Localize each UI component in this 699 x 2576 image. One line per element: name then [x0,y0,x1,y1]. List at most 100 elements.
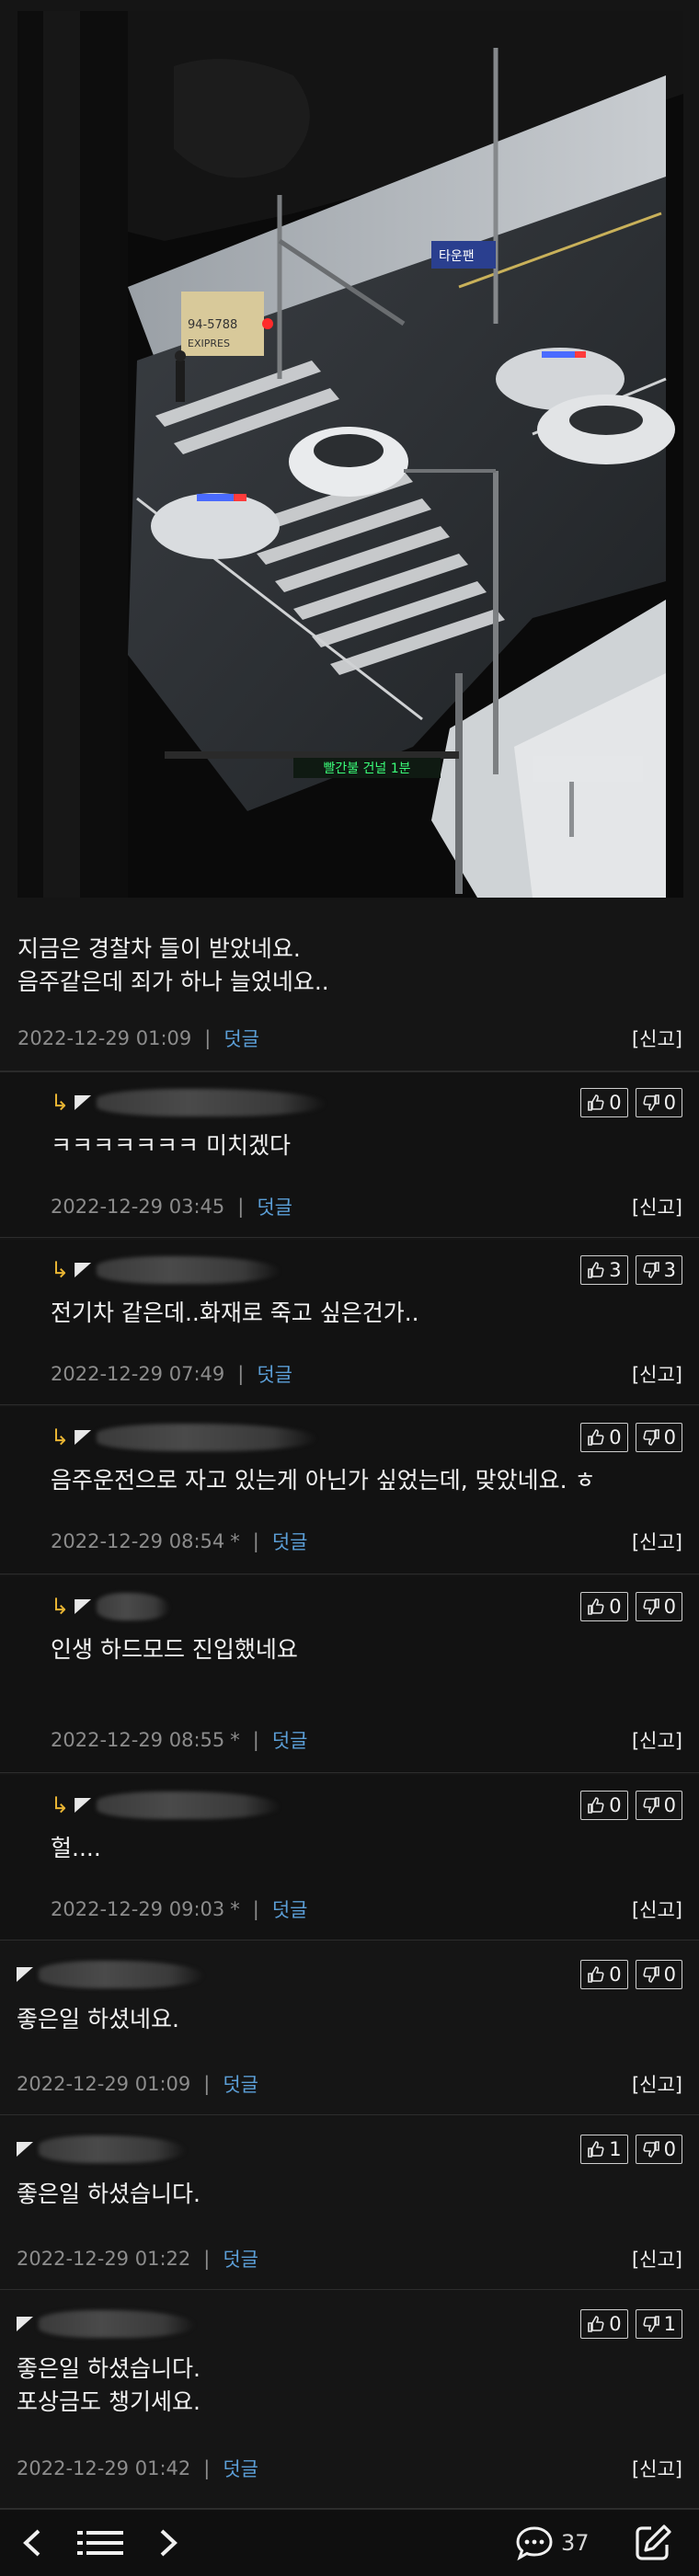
thumbs-down-icon [643,1094,659,1111]
list-button[interactable] [77,2510,125,2576]
upvote-button[interactable]: 0 [580,1592,628,1621]
comment-icon [516,2526,553,2561]
edited-mark: * [230,1530,240,1552]
thumbs-down-icon [643,1262,659,1278]
post-reply-link[interactable]: 덧글 [223,1025,259,1052]
write-button[interactable] [633,2510,673,2576]
write-icon [636,2524,671,2560]
comment-author[interactable]: ↳ [51,1254,281,1286]
comment-meta: 2022-12-29 03:45 | 덧글 [51,1192,292,1221]
reply-comment: ↳ 0 0 인생 하드모드 진입했네요 2022-12-29 08:55 * | 덧글 [신고] [0,1576,699,1773]
downvote-button[interactable]: 0 [635,1960,682,1989]
comment-date: 2022-12-29 08:55 [51,1729,225,1751]
separator: | [204,1027,212,1049]
comment-meta: 2022-12-29 07:49 | 덧글 [51,1359,292,1389]
upvote-count: 0 [609,1596,622,1618]
reply-arrow-icon: ↳ [51,1792,70,1818]
comment-meta: 2022-12-29 08:55 * | 덧글 [51,1725,307,1755]
comment-report-link[interactable]: [신고] [632,1527,682,1556]
vote-buttons: 00 [580,1960,682,1989]
comment-date: 2022-12-29 03:45 [51,1196,225,1218]
upvote-button[interactable]: 0 [580,1088,628,1117]
reply-arrow-icon: ↳ [51,1090,70,1116]
separator: | [252,1530,259,1552]
comment-text: 음주운전으로 자고 있는게 아닌가 싶었는데, 맞았네요. ㅎ [51,1467,596,1494]
forward-button[interactable] [156,2510,180,2576]
comment-reply-link[interactable]: 덧글 [257,1193,292,1220]
comment-author[interactable]: ↳ [51,1790,281,1821]
divider [0,1237,699,1238]
comment-reply-link[interactable]: 덧글 [223,2245,258,2273]
separator: | [237,1196,245,1218]
user-level-icon [17,2317,33,2331]
upvote-button[interactable]: 0 [580,2309,628,2339]
downvote-button[interactable]: 1 [635,2309,682,2339]
downvote-button[interactable]: 0 [635,1791,682,1820]
user-level-icon [74,1599,92,1614]
upvote-button[interactable]: 3 [580,1255,628,1285]
comment-reply-link[interactable]: 덧글 [223,2455,258,2482]
comment-author[interactable] [17,2308,195,2340]
reply-arrow-icon: ↳ [51,1425,70,1450]
comment-reply-link[interactable]: 덧글 [272,1726,308,1754]
comment-report-link[interactable]: [신고] [632,1725,682,1755]
comment-report-link[interactable]: [신고] [632,2069,682,2099]
upvote-count: 0 [609,2313,622,2335]
downvote-button[interactable]: 0 [635,1088,682,1117]
comment-date: 2022-12-29 07:49 [51,1363,225,1385]
upvote-button[interactable]: 0 [580,1791,628,1820]
reply-comment: ↳ 0 0 헐.... 2022-12-29 09:03 * | 덧글 [신고] [0,1775,699,1941]
comment-report-link[interactable]: [신고] [632,1895,682,1924]
divider [0,2114,699,2115]
comment-date: 2022-12-29 08:54 [51,1530,225,1552]
downvote-button[interactable]: 3 [635,1255,682,1285]
thumbs-down-icon [643,1966,659,1983]
comment-report-link[interactable]: [신고] [632,2244,682,2273]
comment-author[interactable]: ↳ [51,1087,327,1118]
post-meta: 2022-12-29 01:09 | 덧글 [17,1024,259,1053]
comment-text: 전기차 같은데..화재로 죽고 싶은건가.. [51,1299,419,1326]
thumbs-up-icon [588,1094,604,1111]
thumbs-up-icon [588,2316,604,2332]
comment-report-link[interactable]: [신고] [632,1359,682,1389]
post-report-link[interactable]: [신고] [632,1024,682,1053]
blurred-nickname [39,1961,204,1988]
comment-author[interactable] [17,2134,186,2165]
comment-reply-link[interactable]: 덧글 [272,1895,308,1923]
comment-reply-link[interactable]: 덧글 [223,2070,258,2098]
thumbs-up-icon [588,1598,604,1615]
svg-text:EXIPRES: EXIPRES [188,338,230,349]
reply-arrow-icon: ↳ [51,1257,70,1283]
comment-reply-link[interactable]: 덧글 [272,1528,308,1555]
thumbs-down-icon [643,2316,659,2332]
comment-author[interactable] [17,1959,204,1990]
comment-meta: 2022-12-29 09:03 * | 덧글 [51,1895,307,1924]
downvote-button[interactable]: 0 [635,1423,682,1452]
separator: | [237,1363,245,1385]
downvote-button[interactable]: 0 [635,1592,682,1621]
comment-date: 2022-12-29 01:09 [17,2073,191,2095]
comments-button[interactable]: 37 [515,2510,590,2576]
thumbs-down-icon [643,1429,659,1446]
reply-arrow-icon: ↳ [51,1594,70,1620]
thumbs-down-icon [643,1598,659,1615]
comment-author[interactable]: ↳ [51,1422,318,1453]
upvote-button[interactable]: 0 [580,1423,628,1452]
comment-reply-link[interactable]: 덧글 [257,1360,292,1388]
upvote-button[interactable]: 0 [580,1960,628,1989]
back-button[interactable] [20,2510,44,2576]
thumbs-up-icon [588,1966,604,1983]
vote-buttons: 01 [580,2309,682,2339]
user-level-icon [17,1967,33,1982]
comment-author[interactable]: ↳ [51,1591,171,1622]
comment-report-link[interactable]: [신고] [632,2454,682,2483]
divider [0,1404,699,1405]
downvote-button[interactable]: 0 [635,2135,682,2164]
post-photo[interactable]: 빨간불 건널 1분 94-5788 EXIPRES 타운팬 [17,11,683,898]
svg-text:94-5788: 94-5788 [188,318,237,332]
vote-buttons: 00 [580,1592,682,1621]
comment-text: 좋은일 하셨습니다. [17,2181,201,2207]
comment-report-link[interactable]: [신고] [632,1192,682,1221]
upvote-button[interactable]: 1 [580,2135,628,2164]
post-text-line: 지금은 경찰차 들이 받았네요. [17,935,301,962]
